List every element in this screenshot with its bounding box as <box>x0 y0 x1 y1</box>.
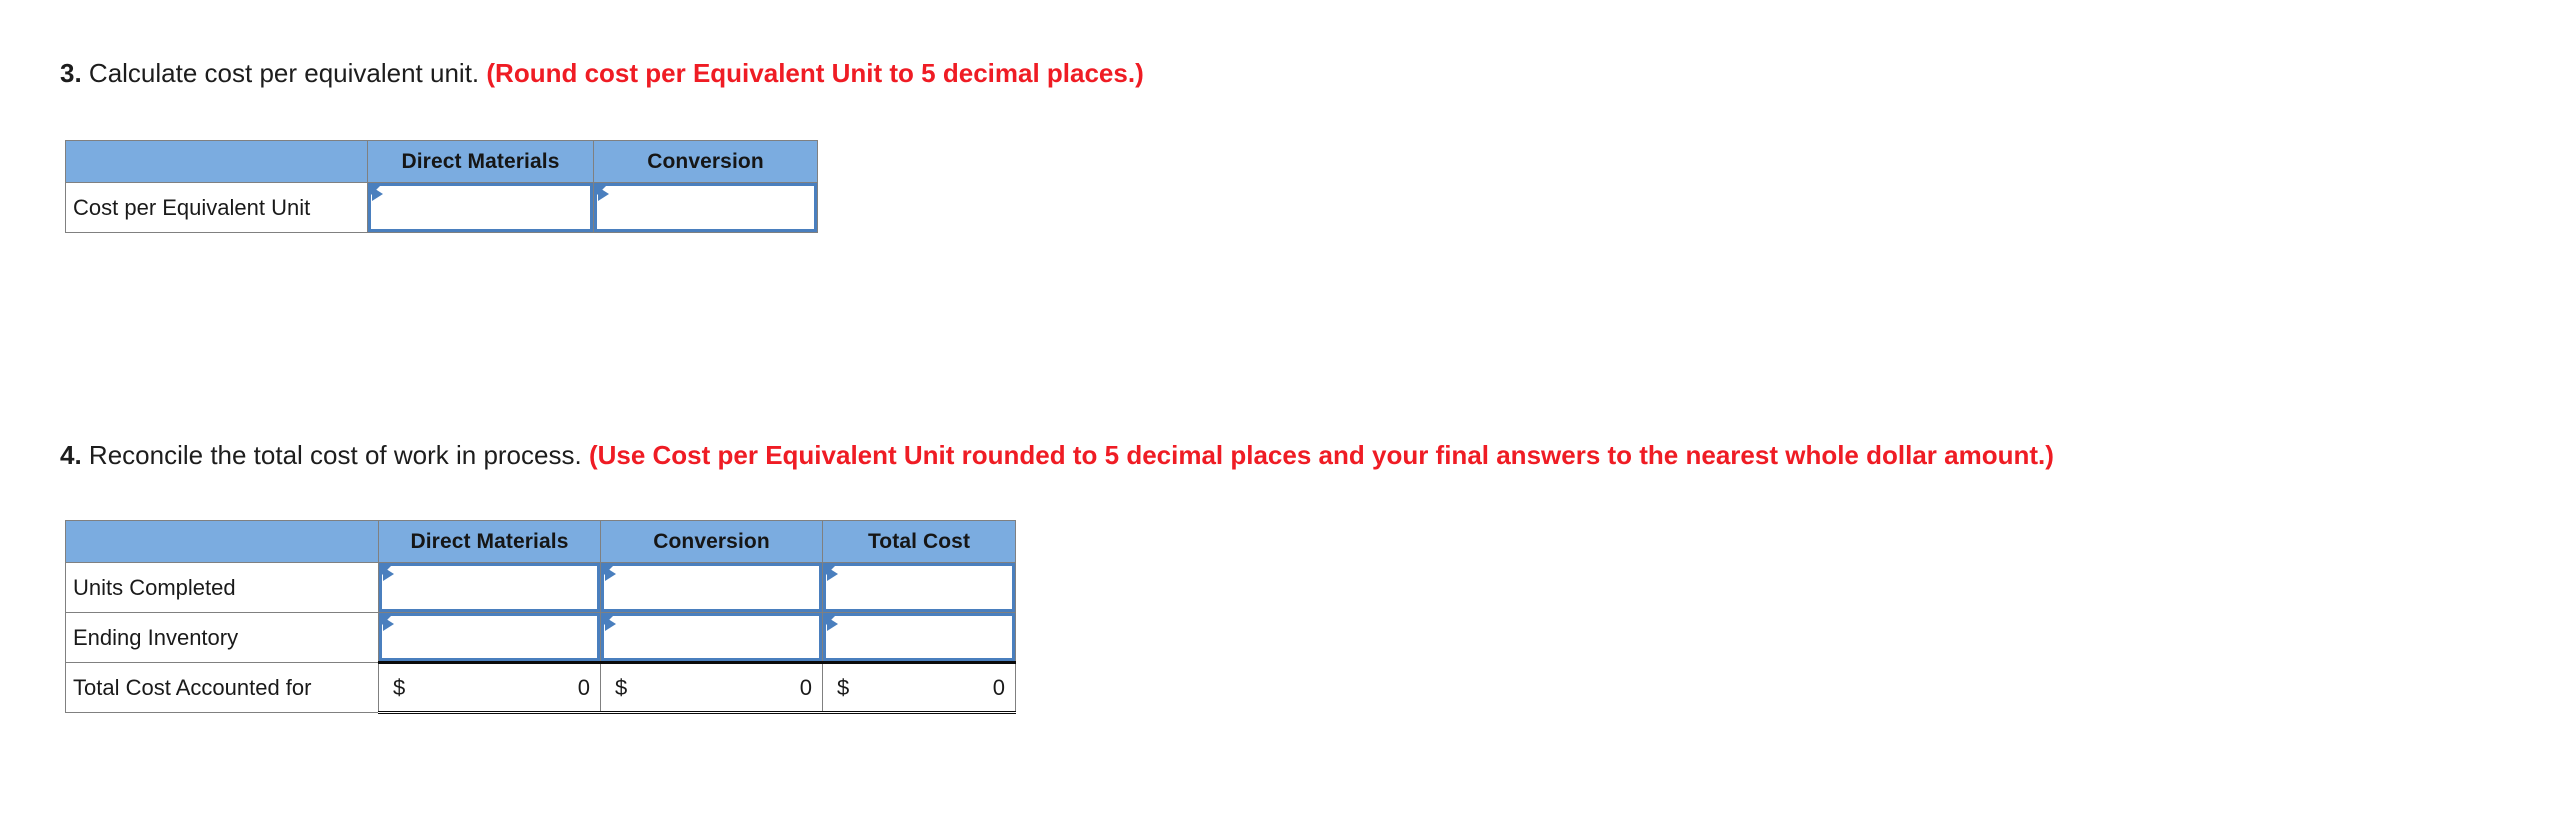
column-header-blank <box>65 520 379 563</box>
reconcile-total-cost-table: Direct Materials Conversion Total Cost U… <box>65 520 1016 714</box>
total-total-cost: $ 0 <box>822 661 1016 714</box>
column-header-conversion: Conversion <box>593 140 818 183</box>
column-header-conversion: Conversion <box>600 520 823 563</box>
currency-symbol: $ <box>393 674 406 700</box>
question-3-heading: 3. Calculate cost per equivalent unit. (… <box>60 58 1144 88</box>
input-cost-per-unit-conversion[interactable] <box>593 182 818 233</box>
input-marker-triangle-icon <box>827 617 838 631</box>
input-box[interactable] <box>594 183 817 232</box>
question-3-number: 3. <box>60 58 82 88</box>
question-4-text: Reconcile the total cost of work in proc… <box>88 440 582 470</box>
table-row-total: Total Cost Accounted for $ 0 $ 0 $ 0 <box>65 661 1016 714</box>
question-3-note: (Round cost per Equivalent Unit to 5 dec… <box>486 58 1144 88</box>
row-label-total-cost-accounted-for: Total Cost Accounted for <box>65 662 379 713</box>
input-marker-triangle-icon <box>605 567 616 581</box>
table-header-row: Direct Materials Conversion Total Cost <box>65 520 1016 563</box>
input-units-completed-conversion[interactable] <box>600 562 823 613</box>
input-marker-triangle-icon <box>372 187 383 201</box>
table-row: Ending Inventory <box>65 612 1016 663</box>
row-label-cost-per-equivalent-unit: Cost per Equivalent Unit <box>65 182 368 233</box>
input-cost-per-unit-direct-materials[interactable] <box>367 182 594 233</box>
question-3-text: Calculate cost per equivalent unit. <box>88 58 480 88</box>
total-conversion: $ 0 <box>600 661 823 714</box>
input-marker-triangle-icon <box>605 617 616 631</box>
input-marker-triangle-icon <box>383 617 394 631</box>
column-header-direct-materials: Direct Materials <box>367 140 594 183</box>
table-header-row: Direct Materials Conversion <box>65 140 818 183</box>
input-box[interactable] <box>823 563 1015 612</box>
total-value: 0 <box>577 674 590 700</box>
question-4-number: 4. <box>60 440 82 470</box>
column-header-direct-materials: Direct Materials <box>378 520 601 563</box>
input-box[interactable] <box>379 613 600 661</box>
input-units-completed-direct-materials[interactable] <box>378 562 601 613</box>
input-box[interactable] <box>823 613 1015 661</box>
input-ending-inventory-conversion[interactable] <box>600 612 823 663</box>
input-box[interactable] <box>379 563 600 612</box>
total-value: 0 <box>992 674 1005 700</box>
input-marker-triangle-icon <box>383 567 394 581</box>
table-row: Units Completed <box>65 562 1016 613</box>
column-header-blank <box>65 140 368 183</box>
input-box[interactable] <box>601 563 822 612</box>
question-4-heading: 4. Reconcile the total cost of work in p… <box>60 440 2054 470</box>
total-value: 0 <box>799 674 812 700</box>
question-4-note: (Use Cost per Equivalent Unit rounded to… <box>588 440 2054 470</box>
row-label-units-completed: Units Completed <box>65 562 379 613</box>
currency-symbol: $ <box>615 674 628 700</box>
input-ending-inventory-total-cost[interactable] <box>822 612 1016 663</box>
column-header-total-cost: Total Cost <box>822 520 1016 563</box>
total-direct-materials: $ 0 <box>378 661 601 714</box>
input-box[interactable] <box>601 613 822 661</box>
input-marker-triangle-icon <box>598 187 609 201</box>
currency-symbol: $ <box>837 674 850 700</box>
input-marker-triangle-icon <box>827 567 838 581</box>
input-ending-inventory-direct-materials[interactable] <box>378 612 601 663</box>
table-row: Cost per Equivalent Unit <box>65 182 818 233</box>
input-units-completed-total-cost[interactable] <box>822 562 1016 613</box>
cost-per-equivalent-unit-table: Direct Materials Conversion Cost per Equ… <box>65 140 818 233</box>
row-label-ending-inventory: Ending Inventory <box>65 612 379 663</box>
input-box[interactable] <box>368 183 593 232</box>
